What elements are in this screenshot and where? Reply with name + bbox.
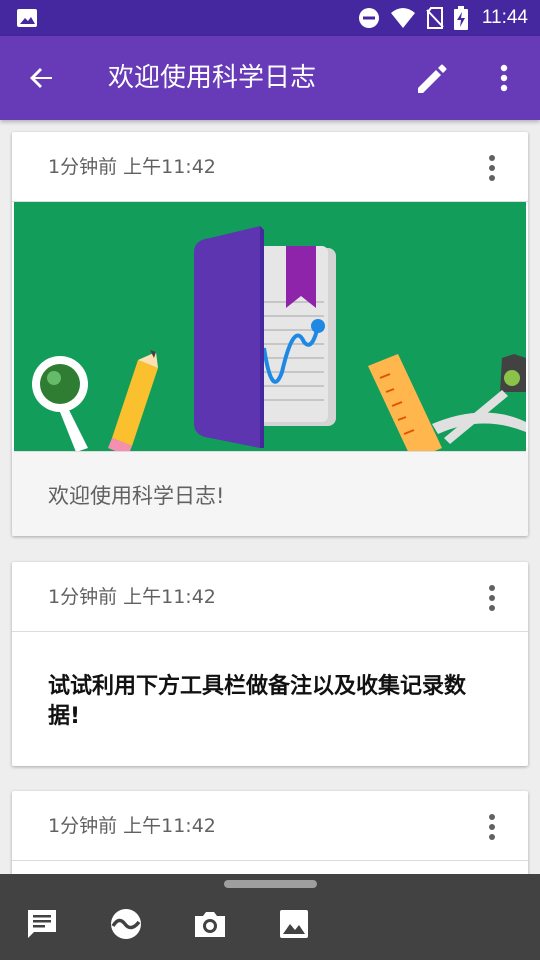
card-body: 试试利用下方工具栏做备注以及收集记录数据! — [12, 632, 528, 766]
gallery-image-icon[interactable] — [274, 904, 314, 944]
wifi-icon — [390, 8, 415, 28]
do-not-disturb-icon — [358, 8, 379, 28]
card-timestamp: 1分钟前 上午11:42 — [48, 586, 216, 608]
no-sim-icon — [426, 7, 444, 29]
battery-charging-icon — [453, 6, 468, 30]
more-vertical-icon[interactable] — [480, 154, 504, 182]
page-title: 欢迎使用科学日志 — [108, 63, 317, 93]
camera-icon[interactable] — [190, 904, 230, 944]
status-time: 11:44 — [481, 7, 528, 28]
caption-text: 欢迎使用科学日志! — [48, 484, 225, 508]
note-text: 试试利用下方工具栏做备注以及收集记录数据! — [48, 674, 467, 729]
image-icon — [17, 9, 37, 27]
science-journal-illustration — [32, 226, 526, 451]
welcome-illustration — [14, 202, 526, 452]
more-vertical-icon[interactable] — [480, 813, 504, 841]
edit-pencil-icon[interactable] — [412, 58, 452, 98]
card-header: 1分钟前 上午11:42 — [12, 562, 528, 632]
drag-handle[interactable] — [224, 880, 317, 888]
note-icon[interactable] — [22, 904, 62, 944]
card-header: 1分钟前 上午11:42 — [12, 791, 528, 861]
status-bar: 11:44 — [0, 0, 540, 36]
card-timestamp: 1分钟前 上午11:42 — [48, 815, 216, 837]
more-vertical-icon[interactable] — [488, 60, 520, 96]
back-arrow-icon[interactable] — [24, 60, 60, 96]
card-header: 1分钟前 上午11:42 — [12, 132, 528, 202]
note-card[interactable]: 1分钟前 上午11:42 — [12, 132, 528, 536]
bottom-toolbar — [0, 874, 540, 960]
sensor-wave-icon[interactable] — [106, 904, 146, 944]
more-vertical-icon[interactable] — [480, 584, 504, 612]
app-bar: 欢迎使用科学日志 — [0, 36, 540, 120]
card-timestamp: 1分钟前 上午11:42 — [48, 156, 216, 178]
note-card[interactable]: 1分钟前 上午11:42 试试利用下方工具栏做备注以及收集记录数据! — [12, 562, 528, 766]
card-caption: 欢迎使用科学日志! — [12, 452, 528, 536]
